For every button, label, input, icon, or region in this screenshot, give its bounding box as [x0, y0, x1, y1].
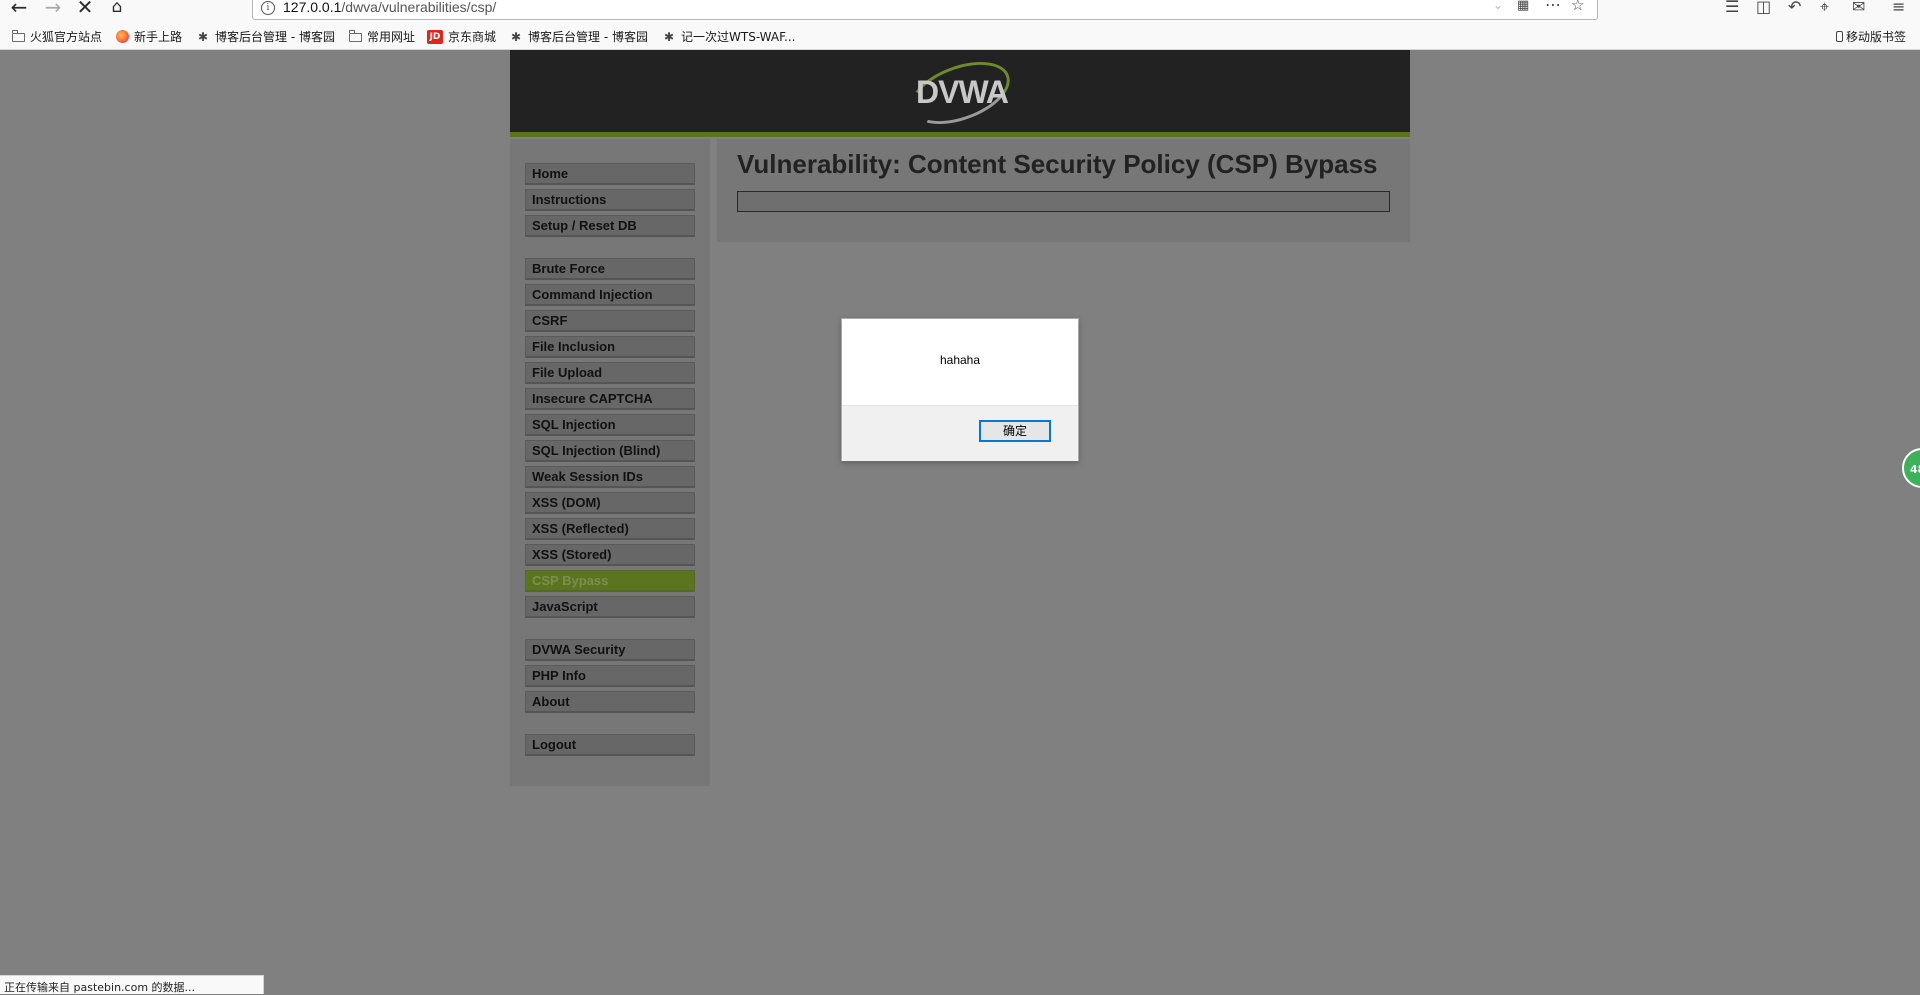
dvwa-header: DVWA	[510, 49, 1410, 137]
menu-item-command-injection[interactable]: Command Injection	[525, 284, 695, 306]
bookmark-item[interactable]: ✱ 记一次过WTS-WAF...	[662, 28, 796, 45]
info-icon[interactable]: i	[261, 1, 275, 15]
url-text[interactable]: 127.0.0.1/dwva/vulnerabilities/csp/	[283, 0, 496, 15]
main-menu: Home Instructions Setup / Reset DB Brute…	[510, 139, 710, 786]
close-icon: ✕	[76, 0, 94, 19]
dvwa-logo: DVWA	[901, 49, 1020, 137]
menu-item-file-inclusion[interactable]: File Inclusion	[525, 336, 695, 358]
more-icon[interactable]: ⋯	[1545, 0, 1562, 14]
bookmark-label: 新手上路	[134, 30, 183, 44]
bookmark-item[interactable]: 新手上路	[116, 28, 182, 45]
menu-item-javascript[interactable]: JavaScript	[525, 596, 695, 618]
alert-footer: 确定	[842, 405, 1078, 461]
home-icon: ⌂	[111, 0, 123, 17]
mobile-icon	[1836, 31, 1843, 42]
url-host: 127.0.0.1	[283, 0, 342, 15]
cnblogs-icon: ✱	[510, 29, 522, 44]
mobile-bookmarks[interactable]: 移动版书签	[1836, 28, 1906, 45]
url-path: /dwva/vulnerabilities/csp/	[341, 0, 497, 15]
qr-code-icon[interactable]: ▦	[1517, 0, 1529, 13]
stop-button[interactable]: ✕	[72, 0, 98, 18]
alert-message: hahaha	[939, 353, 981, 367]
forward-button[interactable]: →	[40, 0, 66, 18]
url-bar[interactable]: i 127.0.0.1/dwva/vulnerabilities/csp/ ⌄ …	[252, 0, 1598, 20]
arrow-left-icon: ←	[10, 0, 28, 19]
back-button[interactable]: ←	[6, 0, 32, 18]
bookmark-label: 博客后台管理 - 博客园	[215, 30, 335, 44]
sidebar-icon[interactable]: ◫	[1756, 0, 1771, 16]
page-content: DVWA Home Instructions Setup / Reset DB …	[0, 49, 1920, 994]
menu-item-instructions[interactable]: Instructions	[525, 189, 695, 211]
crop-icon[interactable]: ⌖	[1820, 0, 1829, 17]
bookmark-label: 京东商城	[448, 30, 497, 44]
ok-button[interactable]: 确定	[979, 420, 1051, 442]
menu-item-home[interactable]: Home	[525, 163, 695, 185]
bookmark-label: 火狐官方站点	[30, 30, 103, 44]
menu-icon[interactable]: ≡	[1892, 0, 1905, 16]
menu-item-about[interactable]: About	[525, 691, 695, 713]
home-button[interactable]: ⌂	[104, 0, 130, 18]
bookmark-item[interactable]: 火狐官方站点	[12, 28, 102, 45]
undo-icon[interactable]: ↶	[1788, 0, 1801, 16]
cnblogs-icon: ✱	[663, 29, 675, 44]
chevron-down-icon[interactable]: ⌄	[1493, 0, 1503, 12]
menu-item-xss-stored[interactable]: XSS (Stored)	[525, 544, 695, 566]
browser-toolbar: ← → ✕ ⌂ i 127.0.0.1/dwva/vulnerabilities…	[0, 0, 1920, 22]
vulnerable-code-area	[737, 191, 1390, 212]
bookmark-label: 常用网址	[367, 30, 416, 44]
menu-item-php-info[interactable]: PHP Info	[525, 665, 695, 687]
bookmarks-bar: 火狐官方站点 新手上路 ✱ 博客后台管理 - 博客园 常用网址 JD 京东商城 …	[0, 22, 1920, 50]
bookmark-item[interactable]: ✱ 博客后台管理 - 博客园	[196, 28, 335, 45]
arrow-right-icon: →	[44, 0, 62, 19]
bookmark-label: 记一次过WTS-WAF...	[681, 30, 796, 44]
status-bar: 正在传输来自 pastebin.com 的数据...	[0, 975, 264, 994]
menu-item-dvwa-security[interactable]: DVWA Security	[525, 639, 695, 661]
menu-item-csrf[interactable]: CSRF	[525, 310, 695, 332]
folder-icon	[12, 30, 25, 42]
library-icon[interactable]: ☰	[1725, 0, 1739, 16]
bookmark-item[interactable]: 常用网址	[349, 28, 415, 45]
folder-icon	[349, 30, 362, 42]
menu-item-xss-dom[interactable]: XSS (DOM)	[525, 492, 695, 514]
menu-item-sql-injection-blind[interactable]: SQL Injection (Blind)	[525, 440, 695, 462]
alert-dialog: hahaha 确定	[841, 318, 1079, 461]
cnblogs-icon: ✱	[197, 29, 209, 44]
menu-item-weak-session-ids[interactable]: Weak Session IDs	[525, 466, 695, 488]
logo-text: DVWA	[916, 74, 1009, 110]
menu-item-brute-force[interactable]: Brute Force	[525, 258, 695, 280]
menu-item-csp-bypass[interactable]: CSP Bypass	[525, 570, 695, 592]
bookmark-item[interactable]: ✱ 博客后台管理 - 博客园	[509, 28, 648, 45]
menu-item-file-upload[interactable]: File Upload	[525, 362, 695, 384]
menu-item-setup[interactable]: Setup / Reset DB	[525, 215, 695, 237]
menu-item-sql-injection[interactable]: SQL Injection	[525, 414, 695, 436]
jd-icon: JD	[427, 29, 443, 44]
bookmark-label: 博客后台管理 - 博客园	[528, 30, 648, 44]
star-icon[interactable]: ☆	[1571, 0, 1584, 14]
menu-item-logout[interactable]: Logout	[525, 734, 695, 756]
menu-item-insecure-captcha[interactable]: Insecure CAPTCHA	[525, 388, 695, 410]
main-body: Vulnerability: Content Security Policy (…	[717, 139, 1410, 242]
mobile-bookmarks-label: 移动版书签	[1846, 30, 1907, 44]
menu-item-xss-reflected[interactable]: XSS (Reflected)	[525, 518, 695, 540]
bookmark-item[interactable]: JD 京东商城	[427, 28, 496, 45]
firefox-icon	[116, 30, 129, 43]
chat-icon[interactable]: ✉	[1852, 0, 1865, 16]
page-title: Vulnerability: Content Security Policy (…	[737, 149, 1378, 179]
